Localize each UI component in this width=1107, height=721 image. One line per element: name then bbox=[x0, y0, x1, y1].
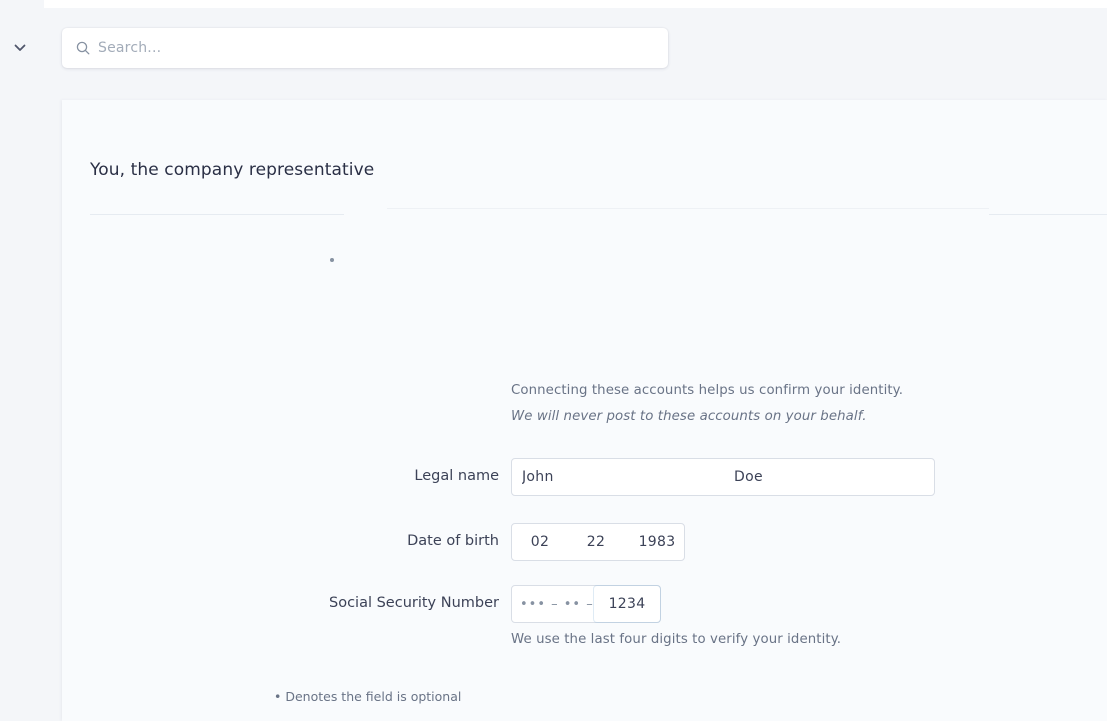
dob-year-input[interactable] bbox=[624, 524, 690, 560]
card-title: You, the company representative bbox=[90, 160, 375, 180]
ssn-last-four-input[interactable] bbox=[594, 586, 660, 622]
optional-field-note: • Denotes the field is optional bbox=[274, 689, 462, 704]
collapse-toggle[interactable] bbox=[12, 40, 28, 56]
dob-day-input[interactable] bbox=[568, 524, 624, 560]
connect-note-text: We will never post to these accounts on … bbox=[511, 409, 867, 424]
first-name-input[interactable] bbox=[512, 459, 722, 495]
ssn-masked-digits: ••• – •• – bbox=[520, 596, 594, 612]
loading-dot bbox=[330, 258, 334, 262]
representative-card: You, the company representative Connecti… bbox=[62, 100, 1107, 721]
search-icon bbox=[76, 41, 90, 55]
dob-label: Date of birth bbox=[407, 533, 499, 549]
ssn-label: Social Security Number bbox=[329, 595, 499, 611]
connect-help-text: Connecting these accounts helps us confi… bbox=[511, 383, 904, 398]
topbar-edge bbox=[44, 0, 1107, 8]
dob-group bbox=[511, 523, 690, 561]
dob-month-input[interactable] bbox=[512, 524, 568, 560]
search-input[interactable] bbox=[98, 40, 658, 56]
chevron-down-icon bbox=[14, 44, 26, 51]
legal-name-group bbox=[511, 458, 935, 496]
search-box[interactable] bbox=[62, 28, 668, 68]
last-name-input[interactable] bbox=[722, 459, 934, 495]
divider bbox=[90, 214, 344, 215]
divider bbox=[989, 214, 1107, 215]
legal-name-label: Legal name bbox=[414, 468, 499, 484]
ssn-group: ••• – •• – bbox=[511, 585, 661, 623]
divider bbox=[387, 208, 989, 209]
ssn-help-text: We use the last four digits to verify yo… bbox=[511, 632, 842, 647]
